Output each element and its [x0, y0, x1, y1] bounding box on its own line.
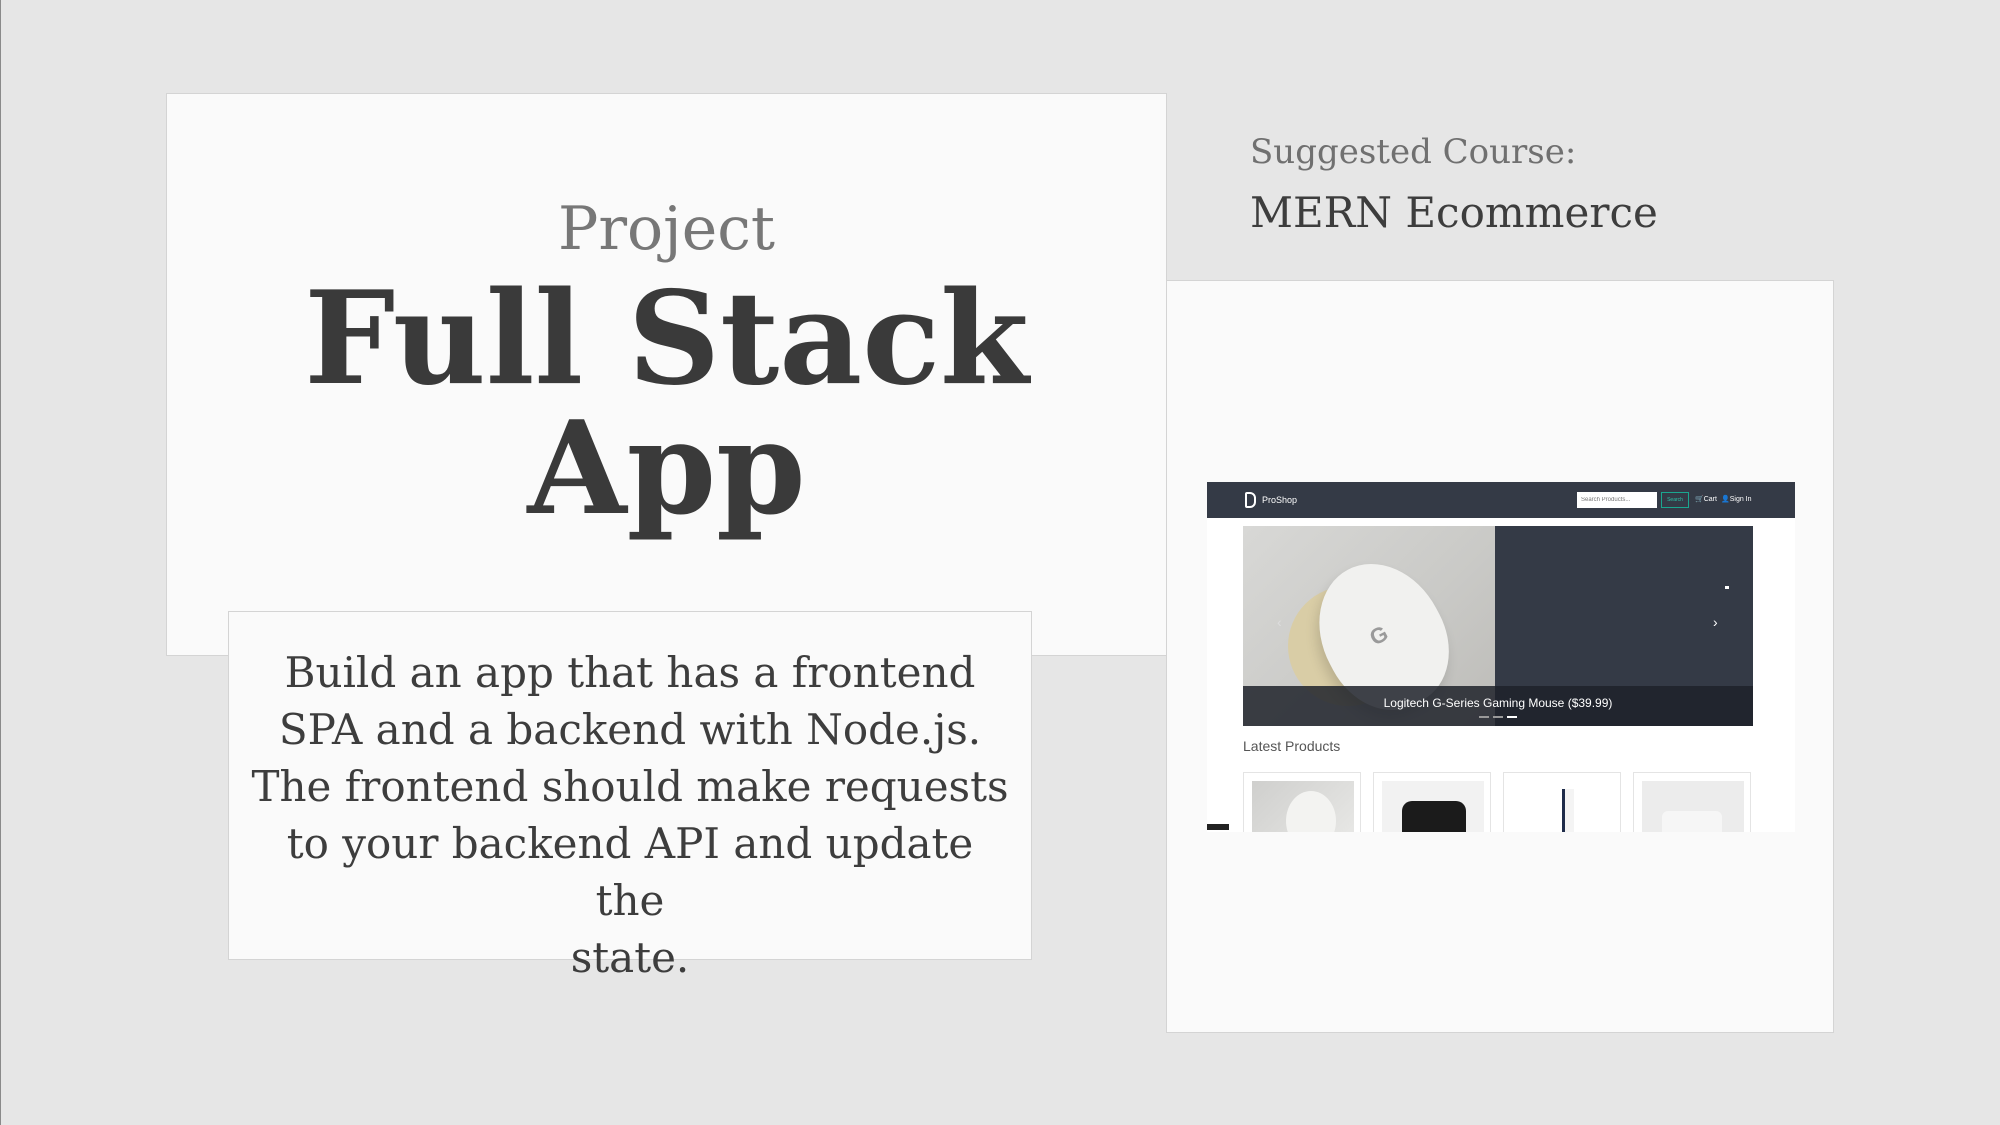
playstation-thumb [1562, 789, 1574, 832]
cart-label: Cart [1703, 496, 1717, 503]
cart-link[interactable]: 🛒Cart [1695, 495, 1717, 503]
product-image[interactable] [1252, 781, 1354, 832]
description-line: The frontend should make requests [251, 762, 1009, 811]
product-card[interactable] [1243, 772, 1361, 832]
main-title: Full Stack App [167, 274, 1166, 534]
search-input[interactable] [1577, 492, 1657, 508]
product-carousel[interactable]: G ‹ › Logitech G-Series Gaming Mouse ($3… [1243, 526, 1753, 726]
title-line-2: App [527, 394, 806, 544]
left-edge-line [0, 0, 1, 1125]
search-button[interactable]: Search [1661, 492, 1689, 508]
description-line: Build an app that has a frontend [284, 648, 976, 697]
description-line: to your backend API and update the [286, 819, 974, 925]
product-card[interactable] [1373, 772, 1491, 832]
carousel-caption[interactable]: Logitech G-Series Gaming Mouse ($39.99) [1243, 696, 1753, 710]
app-navbar: ProShop Search 🛒Cart 👤Sign In [1207, 482, 1795, 518]
product-image[interactable] [1382, 781, 1484, 832]
title-line-1: Full Stack [304, 264, 1029, 414]
airpods-thumb [1662, 811, 1722, 832]
suggested-course-label: Suggested Course: [1250, 132, 1577, 172]
corner-tag [1207, 824, 1229, 830]
sign-in-label: Sign In [1729, 496, 1752, 503]
product-image[interactable] [1512, 781, 1614, 832]
description-text: Build an app that has a frontend SPA and… [249, 644, 1011, 986]
carousel-caption-bar: Logitech G-Series Gaming Mouse ($39.99) [1243, 686, 1753, 726]
app-screenshot: ProShop Search 🛒Cart 👤Sign In G ‹ › Logi… [1207, 482, 1795, 832]
carousel-indicator[interactable] [1479, 716, 1489, 718]
cart-icon: 🛒 [1695, 496, 1704, 503]
product-card[interactable] [1503, 772, 1621, 832]
carousel-indicator-active[interactable] [1507, 716, 1517, 718]
product-card[interactable] [1633, 772, 1751, 832]
carousel-indicators [1479, 716, 1519, 719]
description-line: SPA and a backend with Node.js. [278, 705, 982, 754]
suggested-course-title: MERN Ecommerce [1250, 188, 1658, 237]
course-screenshot-card: ProShop Search 🛒Cart 👤Sign In G ‹ › Logi… [1166, 280, 1834, 1033]
product-image[interactable] [1642, 781, 1744, 832]
title-card: Project Full Stack App [166, 93, 1167, 656]
logitech-logo: G [1365, 620, 1393, 651]
description-card: Build an app that has a frontend SPA and… [228, 611, 1032, 982]
brand-name[interactable]: ProShop [1262, 495, 1297, 505]
project-kicker: Project [557, 194, 775, 264]
carousel-marker [1725, 586, 1729, 589]
proshop-logo-icon [1245, 492, 1256, 508]
carousel-indicator[interactable] [1493, 716, 1503, 718]
latest-products-heading: Latest Products [1243, 738, 1341, 754]
user-icon: 👤 [1721, 496, 1730, 503]
camera-thumb [1402, 801, 1466, 832]
carousel-prev-icon[interactable]: ‹ [1277, 614, 1282, 630]
carousel-next-icon[interactable]: › [1713, 614, 1718, 630]
gaming-mouse-thumb [1286, 791, 1336, 832]
description-line: state. [570, 933, 690, 982]
sign-in-link[interactable]: 👤Sign In [1721, 495, 1752, 503]
